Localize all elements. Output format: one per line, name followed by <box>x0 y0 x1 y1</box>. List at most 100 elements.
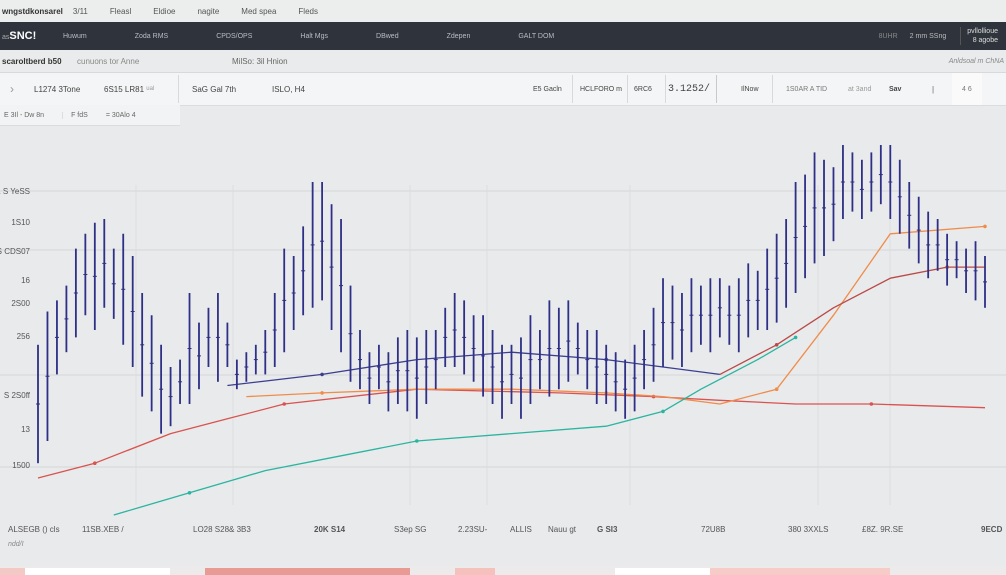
account-menu[interactable]: pvllollioue 8 agobe <box>960 27 998 45</box>
bottom-segment <box>25 568 170 575</box>
toolbar-item-2[interactable]: F fdS <box>62 111 88 119</box>
x-tick-label: 20K S14 <box>314 525 346 534</box>
status-text: 8UHR <box>878 32 898 40</box>
quote-value: 6S15 LR81 <box>104 84 145 94</box>
divider <box>772 75 773 103</box>
sub-header: scaroltberd b50 cunuons tor Anne MilSo: … <box>0 50 1006 73</box>
menu-item-2[interactable]: Fleasl <box>110 7 131 16</box>
nav-item-4[interactable]: Halt Mgs <box>300 33 328 40</box>
menu-bar: wngstdkonsarel 3/11 Fleasl Eldioe nagite… <box>0 0 1006 22</box>
menu-item-3[interactable]: Eldioe <box>153 7 175 16</box>
y-tick-label: 256 <box>17 332 31 341</box>
x-tick-label: G SI3 <box>597 525 618 534</box>
quote-bar: › L1274 3Tone 6S15 LR81 ual SaG Gal 7th … <box>0 73 1006 106</box>
quote-field: | <box>932 84 935 94</box>
menu-item-1[interactable]: 3/11 <box>73 7 88 16</box>
divider <box>665 75 666 103</box>
y-tick-label: 1S10 <box>11 218 30 227</box>
menu-item-6[interactable]: Fleds <box>298 7 318 16</box>
app-brand: wngstdkonsarel <box>2 6 63 16</box>
y-tick-label: 13 <box>21 425 30 434</box>
page-title: scaroltberd b50 <box>2 56 62 66</box>
divider <box>178 75 179 103</box>
x-tick-label: ALLIS <box>510 525 532 534</box>
x-tick-label: LO28 S28& 3B3 <box>193 525 251 534</box>
y-tick-label: 1 S YeSS <box>0 187 30 196</box>
nav-item-3[interactable]: CPDS/OPS <box>216 33 252 40</box>
chart-svg[interactable]: 1 S YeSS 1S10 S CDS07 16 2S00 256 S 2S0ff 13 150… <box>0 125 1006 520</box>
orange-ma-point <box>983 224 987 229</box>
y-tick-label: 16 <box>21 276 30 285</box>
menu-item-4[interactable]: nagite <box>197 7 219 16</box>
quote-field: IlNow <box>741 85 759 93</box>
x-tick-label: S3ep SG <box>394 525 427 534</box>
top-nav: asSNC! Huwum Zoda RMS CPDS/OPS Halt Mgs … <box>0 22 1006 50</box>
y-tick-label: 1500 <box>12 461 30 470</box>
chart-toolbar: E 3Il - Dw 8n F fdS = 30Alo 4 <box>0 105 180 126</box>
quote-field: E5 Gacln <box>533 85 562 93</box>
logo[interactable]: asSNC! <box>0 30 57 42</box>
red-ma-point <box>869 402 874 406</box>
divider <box>572 75 573 103</box>
menu-item-5[interactable]: Med spea <box>241 7 276 16</box>
chevron-right-icon[interactable]: › <box>10 73 14 105</box>
red-ma-point <box>93 461 97 466</box>
quote-field: SaG Gal 7th <box>192 84 237 94</box>
nav-item-5[interactable]: DBwed <box>376 33 399 40</box>
bottom-segment <box>205 568 410 575</box>
x-axis-labels: ALSEGB () cls 11SB.XEB / LO28 S28& 3B3 20K … <box>0 522 1006 542</box>
footnote: ndd/I <box>8 541 24 548</box>
teal-ma-point <box>415 439 419 443</box>
bottom-segment <box>0 568 25 575</box>
page-subtitle: cunuons tor Anne <box>77 56 140 66</box>
nav-item-6[interactable]: Zdepen <box>447 33 471 40</box>
x-tick-label: 72U8B <box>701 525 726 534</box>
nav-right: 8UHR 2 mm SSng pvllollioue 8 agobe <box>879 22 998 50</box>
market-info: MilSo: 3il Hnion <box>232 56 288 66</box>
quote-field: 1S0AR A TID <box>786 85 828 93</box>
quote-field: 6RC6 <box>634 85 652 93</box>
y-tick-label: 2S00 <box>11 299 30 308</box>
quote-field: 6S15 LR81 ual <box>104 73 154 105</box>
account-line-1: pvllollioue <box>967 28 998 35</box>
quote-field: at 3and <box>848 85 872 93</box>
last-price: 3.1252/ <box>668 83 711 95</box>
bottom-segment <box>615 568 710 575</box>
x-tick-label: 380 3XXLS <box>788 525 829 534</box>
bottom-segment <box>455 568 495 575</box>
x-tick-label: ALSEGB () cls <box>8 525 60 534</box>
toolbar-item-3[interactable]: = 30Alo 4 <box>106 112 136 119</box>
mode-selector[interactable]: 2 mm SSng <box>910 33 947 40</box>
nav-item-2[interactable]: Zoda RMS <box>135 33 168 40</box>
quote-field: ISLO, H4 <box>272 84 305 94</box>
x-tick-label: 2.23SU- <box>458 525 488 534</box>
teal-ma-point <box>187 491 192 495</box>
toolbar-item-1[interactable]: E 3Il - Dw 8n <box>4 112 44 119</box>
account-line-2: 8 agobe <box>972 37 998 44</box>
divider <box>627 75 628 103</box>
teal-ma-point <box>661 409 665 414</box>
nav-item-1[interactable]: Huwum <box>63 33 87 40</box>
x-tick-label: 11SB.XEB / <box>82 525 124 534</box>
navy-ma-point <box>320 372 324 377</box>
price-chart[interactable]: 1 S YeSS 1S10 S CDS07 16 2S00 256 S 2S0ff 13 150… <box>0 125 1006 520</box>
zoom-control[interactable]: 4 6 <box>952 73 982 105</box>
quote-field: HCLFORO m <box>580 85 622 93</box>
red-ma-point <box>282 402 287 406</box>
y-tick-label: S 2S0ff <box>4 391 31 400</box>
x-tick-label: £8Z. 9R.SE <box>862 525 904 534</box>
x-tick-label: 9ECD <box>981 525 1003 534</box>
teal-ma-point <box>793 335 798 340</box>
price-series <box>36 145 987 464</box>
quote-unit: ual <box>146 86 155 92</box>
orange-ma-point <box>774 387 779 392</box>
bottom-segment <box>710 568 890 575</box>
bottom-bar <box>0 566 1006 575</box>
sub-header-link[interactable]: Anldsoal m ChNA <box>949 58 1004 65</box>
y-tick-label: S CDS07 <box>0 247 31 256</box>
quote-field: Sav <box>889 85 902 93</box>
crimson-ma-point <box>774 343 779 347</box>
nav-item-7[interactable]: GALT DOM <box>518 33 554 40</box>
quote-field: L1274 3Tone <box>34 84 81 94</box>
divider <box>716 75 717 103</box>
